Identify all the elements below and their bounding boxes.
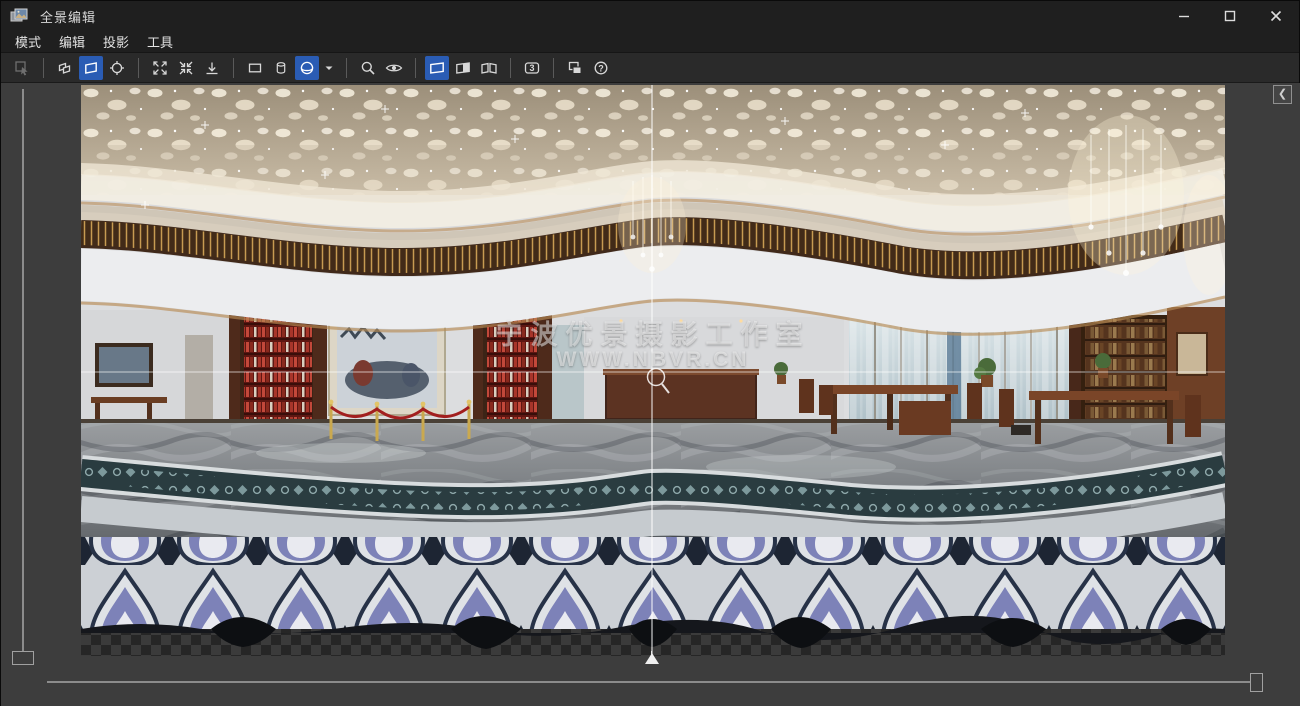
toolbar-separator <box>233 58 234 78</box>
toolbar: 3 ? <box>1 53 1299 83</box>
menu-mode[interactable]: 模式 <box>6 30 50 53</box>
menu-bar: 模式 编辑 投影 工具 <box>1 31 1299 53</box>
select-cursor-icon <box>14 60 30 76</box>
projection-cylinder-button[interactable] <box>269 56 293 80</box>
projection-dropdown-button[interactable] <box>321 56 337 80</box>
cylinder-projection-icon <box>273 60 289 76</box>
menu-projection[interactable]: 投影 <box>94 30 138 53</box>
expand-view-button[interactable] <box>148 56 172 80</box>
view-split-button[interactable] <box>451 56 475 80</box>
maximize-icon <box>1222 8 1238 24</box>
toolbar-separator <box>510 58 511 78</box>
projection-flat-button[interactable] <box>243 56 267 80</box>
maximize-button[interactable] <box>1207 1 1253 31</box>
sphere-projection-icon <box>299 60 315 76</box>
projection-sphere-button[interactable] <box>295 56 319 80</box>
help-button[interactable]: ? <box>589 56 613 80</box>
vertical-slider-handle[interactable] <box>12 651 34 665</box>
title-bar: 全景编辑 <box>1 1 1299 31</box>
menu-edit[interactable]: 编辑 <box>50 30 94 53</box>
split-view-icon <box>454 60 472 76</box>
svg-text:3: 3 <box>529 63 534 73</box>
toolbar-separator <box>43 58 44 78</box>
single-view-icon <box>428 60 446 76</box>
rect-projection-icon <box>247 60 263 76</box>
help-icon: ? <box>593 60 609 76</box>
toolbar-separator <box>346 58 347 78</box>
close-button[interactable] <box>1253 1 1299 31</box>
app-window: 全景编辑 模式 编辑 投影 工具 <box>0 0 1300 706</box>
fit-height-button[interactable] <box>200 56 224 80</box>
crosshair-target-button[interactable] <box>105 56 129 80</box>
workspace: 宁波优景摄影工作室 WWW.NBVR.CN ❮ <box>1 83 1300 706</box>
toolbar-separator <box>415 58 416 78</box>
cascade-windows-button[interactable] <box>563 56 587 80</box>
minimize-icon <box>1176 8 1192 24</box>
toolbar-separator <box>553 58 554 78</box>
view-dual-button[interactable] <box>477 56 501 80</box>
expand-icon <box>152 60 168 76</box>
window-title: 全景编辑 <box>40 7 96 26</box>
close-icon <box>1268 8 1284 24</box>
view-grid3-button[interactable]: 3 <box>520 56 544 80</box>
app-icon <box>10 7 30 25</box>
panel-collapse-button[interactable]: ❮ <box>1273 85 1292 104</box>
crosshair-target-icon <box>109 60 125 76</box>
magnifier-icon <box>360 60 376 76</box>
chevron-down-icon <box>324 60 334 76</box>
fit-height-icon <box>204 60 220 76</box>
svg-text:?: ? <box>598 63 604 73</box>
pano-stack-button[interactable] <box>53 56 77 80</box>
preview-eye-button[interactable] <box>382 56 406 80</box>
pano-quad-icon <box>83 60 99 76</box>
dual-page-icon <box>480 60 498 76</box>
panorama-canvas[interactable]: 宁波优景摄影工作室 WWW.NBVR.CN <box>81 85 1225 656</box>
select-cursor-button[interactable] <box>10 56 34 80</box>
toolbar-separator <box>138 58 139 78</box>
chevron-left-icon: ❮ <box>1278 88 1287 100</box>
panorama-image <box>81 85 1225 656</box>
horizontal-slider-track[interactable] <box>47 681 1259 683</box>
window-controls <box>1161 1 1299 31</box>
vertical-slider-track[interactable] <box>22 89 24 652</box>
pano-stack-icon <box>57 60 73 76</box>
shrink-icon <box>178 60 194 76</box>
cascade-windows-icon <box>567 60 583 76</box>
zoom-tool-button[interactable] <box>356 56 380 80</box>
view-single-button[interactable] <box>425 56 449 80</box>
minimize-button[interactable] <box>1161 1 1207 31</box>
yaw-triangle-marker[interactable] <box>645 653 659 664</box>
eye-icon <box>385 60 403 76</box>
menu-tools[interactable]: 工具 <box>138 30 182 53</box>
shrink-view-button[interactable] <box>174 56 198 80</box>
badge-3-icon: 3 <box>523 60 541 76</box>
horizontal-slider-handle[interactable] <box>1250 673 1263 692</box>
pano-quad-button[interactable] <box>79 56 103 80</box>
